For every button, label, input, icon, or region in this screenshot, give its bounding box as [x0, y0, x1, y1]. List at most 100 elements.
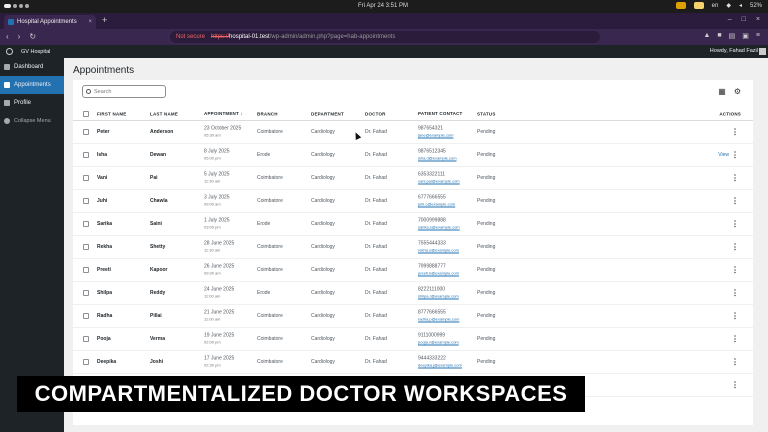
patient-email-link[interactable]: shilpa.r@example.com	[418, 293, 459, 300]
tray-app-icon[interactable]	[693, 2, 704, 9]
patient-phone: 987654321	[418, 125, 444, 132]
table-row[interactable]: Shilpa Reddy 24 June 2025 11:00 am Erode Card…	[73, 282, 753, 305]
row-checkbox[interactable]	[83, 221, 89, 227]
row-checkbox[interactable]	[83, 129, 89, 135]
patient-contact-cell: 9444333222 deepika.j@example.com	[418, 356, 462, 369]
system-tray[interactable]: en ◆ ◂ 52%	[675, 2, 762, 9]
patient-email-link[interactable]: juhi.c@example.com	[418, 201, 455, 208]
row-actions-menu-icon[interactable]: ⋮	[731, 243, 739, 252]
patient-email-link[interactable]: rekha.s@example.com	[418, 247, 459, 254]
patient-email-link[interactable]: vani.pai@example.com	[418, 178, 460, 185]
branch-cell: Coimbatore	[257, 129, 283, 135]
table-row[interactable]: Isha Dewan 8 July 2025 05:00 pm Erode Cardiol…	[73, 144, 753, 167]
appointment-date: 17 June 2025	[204, 355, 235, 362]
table-row[interactable]: Preeti Kapoor 26 June 2025 09:30 am Coimbato…	[73, 259, 753, 282]
new-tab-button[interactable]: +	[102, 15, 107, 25]
volume-icon[interactable]: ◂	[739, 2, 742, 9]
row-actions-menu-icon[interactable]: ⋮	[731, 266, 739, 275]
extension-icon[interactable]: ■	[717, 32, 721, 40]
column-header-patient-contact[interactable]: PATIENT CONTACT	[418, 110, 463, 117]
row-checkbox[interactable]	[83, 359, 89, 365]
column-header-first-name[interactable]: FIRST NAME	[97, 111, 127, 116]
row-checkbox[interactable]	[83, 198, 89, 204]
row-actions-menu-icon[interactable]: ⋮	[731, 128, 739, 137]
patient-phone: 9876512345	[418, 148, 446, 155]
patient-email-link[interactable]: isha.d@example.com	[418, 155, 457, 162]
row-actions-menu-icon[interactable]: ⋮	[731, 312, 739, 321]
table-row[interactable]: Deepika Joshi 17 June 2025 02:30 pm Coimbato…	[73, 351, 753, 374]
row-actions-menu-icon[interactable]: ⋮	[731, 197, 739, 206]
table-row[interactable]: Sarika Saini 1 July 2025 03:00 pm Erode Cardi…	[73, 213, 753, 236]
table-row[interactable]: Radha Pillai 21 June 2025 11:00 am Coimbator…	[73, 305, 753, 328]
column-header-doctor[interactable]: DOCTOR	[365, 111, 386, 116]
row-actions-menu-icon[interactable]: ⋮	[731, 358, 739, 367]
reload-icon[interactable]: ↻	[29, 32, 36, 41]
columns-toggle-icon[interactable]: ▦	[718, 87, 726, 96]
language-indicator[interactable]: en	[712, 3, 719, 9]
site-name-link[interactable]: GV Hospital	[21, 49, 50, 55]
collapse-menu-button[interactable]: Collapse Menu	[0, 112, 64, 130]
patient-email-link[interactable]: jane@example.com	[418, 132, 453, 139]
sidebar-item-appointments[interactable]: Appointments	[0, 76, 64, 94]
table-row[interactable]: Pooja Verma 19 June 2025 02:00 pm Coimbatore…	[73, 328, 753, 351]
close-window-icon[interactable]: ×	[756, 16, 760, 23]
row-checkbox[interactable]	[83, 267, 89, 273]
forward-icon[interactable]: ›	[18, 32, 21, 41]
table-row[interactable]: Vani Pai 5 July 2025 11:30 am Coimbatore Card…	[73, 167, 753, 190]
network-icon[interactable]: ◆	[726, 2, 731, 9]
column-header-last-name[interactable]: LAST NAME	[150, 111, 178, 116]
patient-email-link[interactable]: preeti.k@example.com	[418, 270, 459, 277]
row-actions-menu-icon[interactable]: ⋮	[731, 381, 739, 390]
select-all-checkbox[interactable]	[83, 110, 89, 117]
menu-icon[interactable]: ≡	[756, 32, 760, 40]
browser-tab[interactable]: Hospital Appointments ×	[4, 15, 96, 29]
search-icon	[86, 89, 91, 94]
patient-email-link[interactable]: pooja.v@example.com	[418, 339, 459, 346]
row-checkbox[interactable]	[83, 290, 89, 296]
sidebar-item-dashboard[interactable]: Dashboard	[0, 58, 64, 76]
table-row[interactable]: Peter Anderson 23 October 2025 05:30 am Coim…	[73, 121, 753, 144]
brave-shield-icon[interactable]: ▲	[703, 32, 710, 40]
workspace-indicator[interactable]	[4, 4, 29, 8]
avatar[interactable]	[759, 48, 766, 55]
row-checkbox[interactable]	[83, 175, 89, 181]
row-checkbox[interactable]	[83, 336, 89, 342]
department-cell: Cardiology	[311, 175, 335, 181]
back-icon[interactable]: ‹	[6, 32, 9, 41]
row-checkbox[interactable]	[83, 152, 89, 158]
row-checkbox[interactable]	[83, 244, 89, 250]
table-row[interactable]: Juhi Chawla 3 July 2025 09:00 am Coimbatore C…	[73, 190, 753, 213]
row-actions-menu-icon[interactable]: ⋮	[731, 174, 739, 183]
not-secure-warning[interactable]: Not secure	[176, 34, 205, 40]
sidebar-toggle-icon[interactable]: ▤	[729, 32, 736, 40]
howdy-user-link[interactable]: Howdy, Fahad Fazil	[710, 48, 758, 54]
view-link[interactable]: View	[718, 152, 729, 158]
tray-app-icon[interactable]	[675, 2, 686, 9]
address-bar[interactable]: Not secure https://hospital-01.test/wp-a…	[170, 31, 600, 43]
patient-email-link[interactable]: deepika.j@example.com	[418, 362, 462, 369]
patient-email-link[interactable]: sarika.s@example.com	[418, 224, 460, 231]
column-header-branch[interactable]: BRANCH	[257, 111, 278, 116]
patient-email-link[interactable]: radha.p@example.com	[418, 316, 459, 323]
first-name-cell: Juhi	[97, 198, 108, 204]
sidebar-item-profile[interactable]: Profile	[0, 94, 64, 112]
wordpress-logo-icon[interactable]	[6, 48, 13, 55]
appointment-time: 02:00 pm	[204, 339, 221, 344]
battery-level[interactable]: 52%	[750, 3, 762, 9]
wallet-icon[interactable]: ▣	[742, 32, 749, 40]
row-actions-menu-icon[interactable]: ⋮	[731, 220, 739, 229]
minimize-icon[interactable]: –	[728, 16, 732, 23]
table-row[interactable]: Rekha Shetty 28 June 2025 11:30 am Coimbator…	[73, 236, 753, 259]
column-header-status[interactable]: STATUS	[477, 111, 496, 116]
close-tab-icon[interactable]: ×	[88, 19, 92, 25]
column-header-appointment[interactable]: APPOINTMENT ↓	[204, 110, 243, 117]
row-actions-menu-icon[interactable]: ⋮	[731, 151, 739, 160]
row-checkbox[interactable]	[83, 313, 89, 319]
maximize-icon[interactable]: □	[742, 16, 746, 23]
row-actions-menu-icon[interactable]: ⋮	[731, 289, 739, 298]
row-actions-menu-icon[interactable]: ⋮	[731, 335, 739, 344]
column-header-department[interactable]: DEPARTMENT	[311, 111, 344, 116]
os-clock[interactable]: Fri Apr 24 3:51 PM	[358, 3, 408, 9]
search-input[interactable]: Search	[82, 85, 166, 98]
gear-icon[interactable]: ⚙	[734, 87, 741, 96]
